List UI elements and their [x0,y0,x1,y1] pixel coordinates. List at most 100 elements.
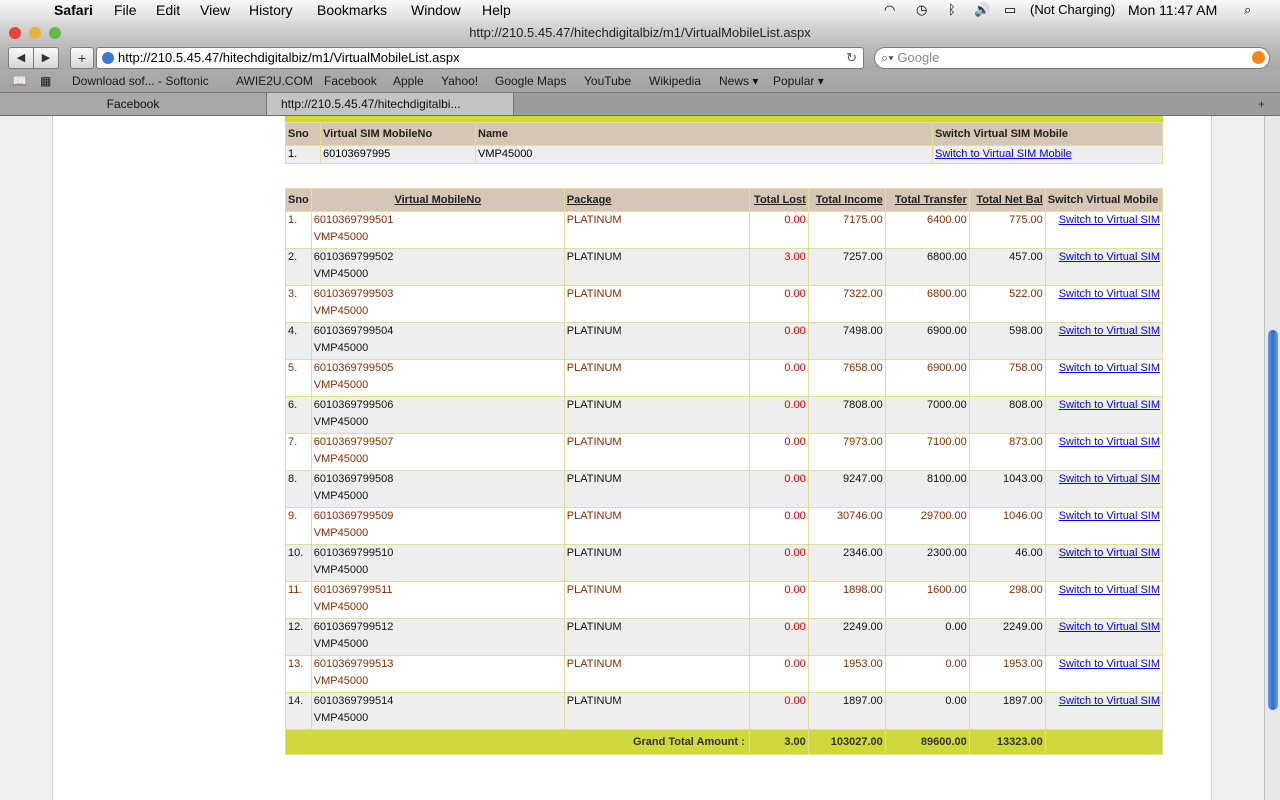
vertical-scrollbar[interactable] [1264,116,1280,800]
switch-to-virtual-sim-link[interactable]: Switch to Virtual SIM [1059,658,1160,670]
menu-bookmarks[interactable]: Bookmarks [317,2,387,18]
menu-file[interactable]: File [114,2,137,18]
table-row: 4. 6010369799504 VMP45000 PLATINUM 0.00 7498.… [285,322,1164,360]
switch-to-virtual-sim-link[interactable]: Switch to Virtual SIM [1059,288,1160,300]
bookmark-apple[interactable]: Apple [393,70,424,92]
cell-total-lost: 0.00 [748,211,809,249]
switch-to-virtual-sim-link[interactable]: Switch to Virtual SIM [1059,214,1160,226]
menu-edit[interactable]: Edit [156,2,180,18]
add-bookmark-button[interactable]: + [70,47,94,69]
mobile-number: 6010369799508 [313,473,394,485]
col-sim-mobileno: Virtual SIM MobileNo [320,122,476,146]
cell-total-income: 7498.00 [807,322,886,360]
cell-total-net-bal: 1953.00 [968,655,1046,693]
mobile-name: VMP45000 [313,231,369,243]
col-total-transfer[interactable]: Total Transfer [884,188,970,212]
cell-package: PLATINUM [563,581,750,619]
mobile-number: 6010369799509 [313,510,394,522]
menu-view[interactable]: View [200,2,230,18]
book-icon[interactable]: 📖 [12,70,27,92]
tab-facebook[interactable]: Facebook [0,93,267,115]
switch-to-virtual-sim-link[interactable]: Switch to Virtual SIM [1059,621,1160,633]
col-package[interactable]: Package [563,188,750,212]
switch-to-virtual-sim-link[interactable]: Switch to Virtual SIM [1059,399,1160,411]
cell-mobile: 6010369799505 VMP45000 [310,359,565,397]
cell-total-net-bal: 46.00 [968,544,1046,582]
page-panel: Sno Virtual SIM MobileNo Name Switch Vir… [52,116,1212,800]
bookmark-awie2u[interactable]: AWIE2U.COM [236,70,313,92]
switch-to-virtual-sim-link[interactable]: Switch to Virtual SIM [1059,584,1160,596]
volume-icon[interactable]: 🔊 [974,2,990,18]
col-total-net-bal[interactable]: Total Net Bal [968,188,1046,212]
reload-icon[interactable]: ↻ [846,48,857,68]
battery-icon[interactable]: ▭ [1004,2,1016,18]
bookmark-facebook[interactable]: Facebook [324,70,377,92]
switch-to-virtual-sim-link[interactable]: Switch to Virtual SIM [1059,695,1160,707]
table-row: 5. 6010369799505 VMP45000 PLATINUM 0.00 7658.… [285,359,1164,397]
tab-current[interactable]: http://210.5.45.47/hitechdigitalbi... [267,93,514,115]
time-machine-icon[interactable]: ◷ [916,2,927,18]
back-button[interactable]: ◀ [8,47,34,69]
mobile-number: 6010369799501 [313,214,394,226]
snapback-icon[interactable] [1252,51,1265,64]
total-income: 103027.00 [807,729,886,755]
bookmark-popular[interactable]: Popular ▾ [773,70,824,92]
close-icon[interactable] [9,27,21,39]
menu-window[interactable]: Window [411,2,461,18]
bookmark-wikipedia[interactable]: Wikipedia [649,70,701,92]
spotlight-icon[interactable]: ⌕ [1244,2,1251,18]
app-menu[interactable]: Safari [54,2,93,18]
mobile-number: 6010369799514 [313,695,394,707]
cell-sno: 13. [285,655,312,693]
menu-help[interactable]: Help [482,2,511,18]
col-total-lost[interactable]: Total Lost [748,188,809,212]
bookmark-news[interactable]: News ▾ [719,70,758,92]
bookmark-yahoo[interactable]: Yahoo! [441,70,478,92]
globe-icon [102,52,114,64]
wifi-icon[interactable]: ◠ [884,2,895,18]
mobile-name: VMP45000 [313,453,369,465]
window-titlebar: http://210.5.45.47/hitechdigitalbiz/m1/V… [0,22,1280,44]
switch-to-virtual-sim-link[interactable]: Switch to Virtual SIM [1059,510,1160,522]
switch-to-virtual-sim-link[interactable]: Switch to Virtual SIM [1059,436,1160,448]
switch-to-virtual-sim-link[interactable]: Switch to Virtual SIM [1059,473,1160,485]
cell-mobile: 60103697995 [320,145,476,164]
bookmark-google-maps[interactable]: Google Maps [495,70,566,92]
bluetooth-icon[interactable]: ᛒ [948,2,956,17]
switch-to-virtual-sim-link[interactable]: Switch to Virtual SIM [1059,362,1160,374]
cell-total-income: 7973.00 [807,433,886,471]
cell-switch: Switch to Virtual SIM [1044,618,1164,656]
address-bar[interactable]: http://210.5.45.47/hitechdigitalbiz/m1/V… [96,47,864,69]
cell-sno: 12. [285,618,312,656]
total-empty [1044,729,1164,755]
cell-mobile: 6010369799510 VMP45000 [310,544,565,582]
col-virtual-mobileno[interactable]: Virtual MobileNo [310,188,565,212]
cell-total-net-bal: 873.00 [968,433,1046,471]
forward-button[interactable]: ▶ [33,47,59,69]
bookmark-youtube[interactable]: YouTube [584,70,631,92]
cell-switch: Switch to Virtual SIM [1044,359,1164,397]
menu-history[interactable]: History [249,2,293,18]
cell-switch: Switch to Virtual SIM [1044,544,1164,582]
grid-icon[interactable]: ▦ [40,70,51,92]
switch-to-virtual-sim-link[interactable]: Switch to Virtual SIM [1059,547,1160,559]
mobile-number: 6010369799507 [313,436,394,448]
search-field[interactable]: ⌕▾ Google [874,47,1270,69]
mobile-name: VMP45000 [313,342,369,354]
window-title: http://210.5.45.47/hitechdigitalbiz/m1/V… [469,25,811,40]
table-row: 13. 6010369799513 VMP45000 PLATINUM 0.00 1953… [285,655,1164,693]
cell-total-transfer: 7000.00 [884,396,970,434]
zoom-icon[interactable] [49,27,61,39]
col-total-income[interactable]: Total Income [807,188,886,212]
clock[interactable]: Mon 11:47 AM [1128,2,1217,18]
cell-sno: 3. [285,285,312,323]
switch-to-virtual-sim-link[interactable]: Switch to Virtual SIM [1059,325,1160,337]
cell-total-transfer: 0.00 [884,618,970,656]
scrollbar-thumb[interactable] [1268,330,1278,710]
new-tab-icon[interactable]: + [1258,93,1265,115]
bookmark-softonic[interactable]: Download sof... - Softonic [72,70,209,92]
switch-to-virtual-sim-link[interactable]: Switch to Virtual SIM [1059,251,1160,263]
minimize-icon[interactable] [29,27,41,39]
switch-virtual-sim-mobile-link[interactable]: Switch to Virtual SIM Mobile [935,148,1072,160]
cell-total-lost: 3.00 [748,248,809,286]
